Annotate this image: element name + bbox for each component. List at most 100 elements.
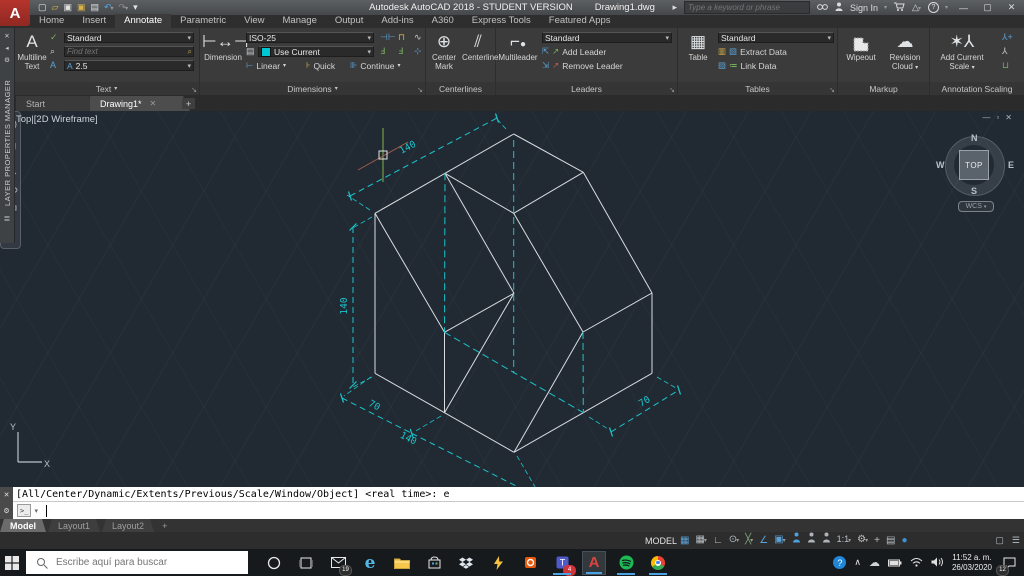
snap-mode-icon[interactable]: ▦▾ xyxy=(695,531,706,550)
tab-a360[interactable]: A360 xyxy=(423,14,463,28)
grid-display-icon[interactable]: ▦ xyxy=(680,532,689,549)
panel-title-markup[interactable]: Markup xyxy=(838,82,929,95)
microsoft-store-icon[interactable] xyxy=(422,551,446,575)
layout-tab-model[interactable]: Model xyxy=(0,519,46,532)
text-height-dropdown[interactable]: A 2.5 ▾ xyxy=(64,60,194,71)
add-leader-button[interactable]: ⇱ ↗ Add Leader xyxy=(542,46,606,57)
palette-close-icon[interactable]: ✕ xyxy=(4,32,9,40)
viewcube-east[interactable]: E xyxy=(1008,160,1014,170)
sync-scale-positions-icon[interactable]: ⅄ xyxy=(1002,46,1008,56)
find-icon[interactable]: ⌕ xyxy=(50,46,55,56)
sign-in-button[interactable]: Sign In xyxy=(850,3,878,13)
tab-annotate[interactable]: Annotate xyxy=(115,14,172,28)
quick-dimension-button[interactable]: ⊦ Quick xyxy=(306,60,335,71)
tables-dialog-launcher-icon[interactable]: ↘ xyxy=(829,86,835,94)
layout-tab-layout2[interactable]: Layout2 xyxy=(102,519,154,532)
search-binoculars-icon[interactable] xyxy=(817,3,828,13)
wipeout-button[interactable]: Wipeout xyxy=(842,30,880,63)
tab-view[interactable]: View xyxy=(235,14,273,28)
annotation-monitor-icon[interactable]: ∠ xyxy=(759,532,768,549)
redo-icon[interactable]: ↷▾ xyxy=(119,2,129,13)
text-style-icon[interactable]: A xyxy=(50,60,56,70)
cortana-icon[interactable] xyxy=(262,551,286,575)
tray-icon[interactable]: ▤ xyxy=(886,532,895,549)
tab-express-tools[interactable]: Express Tools xyxy=(463,14,540,28)
viewcube-west[interactable]: W xyxy=(936,160,945,170)
command-input-line[interactable]: >_ ▾ xyxy=(0,502,1024,519)
action-center-icon[interactable]: 12 xyxy=(996,551,1018,576)
save-as-icon[interactable]: ▣ xyxy=(77,2,86,13)
tray-expand-icon[interactable]: ∧ xyxy=(854,557,861,568)
text-style-dropdown[interactable]: Standard ▾ xyxy=(64,32,194,43)
new-drawing-tab-button[interactable]: + xyxy=(182,98,195,109)
add-delete-scales-icon[interactable]: ⅄+ xyxy=(1002,32,1013,42)
chrome-icon[interactable] xyxy=(646,551,670,575)
file-tab-drawing1[interactable]: Drawing1* ✕ xyxy=(90,96,190,111)
recent-commands-caret-icon[interactable]: ▾ xyxy=(34,507,38,515)
tab-manage[interactable]: Manage xyxy=(274,14,326,28)
dropbox-icon[interactable] xyxy=(454,551,478,575)
table-style-dropdown[interactable]: Standard ▾ xyxy=(718,32,834,43)
panel-title-centerlines[interactable]: Centerlines xyxy=(426,82,495,95)
command-window-controls[interactable]: ✕ ⚙ xyxy=(0,487,13,519)
dim-layer-dropdown[interactable]: Use Current ▾ xyxy=(258,46,374,57)
battery-icon[interactable] xyxy=(887,554,902,572)
panel-title-text[interactable]: Text ▾ xyxy=(14,82,199,95)
leaders-dialog-launcher-icon[interactable]: ↘ xyxy=(669,86,675,94)
close-button[interactable]: ✕ xyxy=(1003,2,1020,13)
ortho-mode-icon[interactable]: ∟ xyxy=(713,532,723,549)
viewcube-top-face[interactable]: TOP xyxy=(959,150,989,180)
spell-check-icon[interactable]: ✓ xyxy=(50,32,58,42)
hardware-acceleration-icon[interactable]: ● xyxy=(901,532,907,549)
layout-tab-layout1[interactable]: Layout1 xyxy=(48,519,100,532)
tab-insert[interactable]: Insert xyxy=(73,14,115,28)
undo-icon[interactable]: ↶▾ xyxy=(104,2,114,13)
link-data-button[interactable]: ▨ ≔ Link Data xyxy=(718,60,776,71)
annotation-visibility-icon[interactable] xyxy=(792,532,801,549)
status-menu-icon[interactable]: ☰ xyxy=(1012,535,1020,546)
annotation-scale-button[interactable]: 1:1▾ xyxy=(837,531,852,550)
mail-icon[interactable]: 19 xyxy=(326,551,352,576)
dim-update-icon[interactable]: Ⅎ xyxy=(398,46,403,56)
viewcube-south[interactable]: S xyxy=(971,186,977,196)
dim-inspect-icon[interactable]: Ⅎ xyxy=(380,46,385,56)
store-cart-icon[interactable] xyxy=(894,2,905,13)
dim-reassociate-icon[interactable]: ⊹ xyxy=(414,46,422,56)
wifi-icon[interactable] xyxy=(910,554,923,572)
lightning-app-icon[interactable] xyxy=(486,551,510,575)
object-snap-icon[interactable]: ▣▾ xyxy=(774,531,785,550)
drawing-area[interactable]: Top|[2D Wireframe] —▫✕ 140 140 70 140 70 Y X T… xyxy=(0,111,1024,487)
search-expand-icon[interactable]: ▸ xyxy=(672,2,677,13)
help-caret-icon[interactable]: ▾ xyxy=(945,4,948,11)
taskbar-search[interactable] xyxy=(26,551,248,574)
panel-title-leaders[interactable]: Leaders xyxy=(496,82,677,95)
centerline-button[interactable]: ⫽ Centerline xyxy=(462,30,498,63)
plot-icon[interactable]: ▤ xyxy=(90,2,99,13)
wcs-dropdown[interactable]: WCS ▾ xyxy=(958,201,994,212)
a360-icon[interactable]: △▾ xyxy=(912,2,921,13)
dimensions-dialog-launcher-icon[interactable]: ↘ xyxy=(417,86,423,94)
annotation-scale-person-icon[interactable] xyxy=(822,532,831,549)
table-button[interactable]: ▦ Table xyxy=(682,30,714,63)
multileader-button[interactable]: ⌐● Multileader xyxy=(498,30,538,63)
linear-button[interactable]: ⊢ Linear ▾ xyxy=(246,60,286,71)
new-file-icon[interactable]: ▢ xyxy=(38,2,47,13)
tab-parametric[interactable]: Parametric xyxy=(171,14,235,28)
autoscale-icon[interactable] xyxy=(807,532,816,549)
new-layout-button[interactable]: + xyxy=(162,521,167,531)
find-binoculars-icon[interactable]: ⌕ xyxy=(188,47,192,57)
onedrive-icon[interactable]: ☁ xyxy=(869,556,880,569)
save-icon[interactable]: ▣ xyxy=(63,2,72,13)
customization-icon[interactable]: + xyxy=(874,532,880,549)
teams-icon[interactable]: T 4 xyxy=(550,551,576,576)
dim-break-icon[interactable]: ⊣⊢ xyxy=(380,32,396,42)
help-icon[interactable]: ? xyxy=(927,2,939,13)
sign-in-caret-icon[interactable]: ▾ xyxy=(884,4,887,11)
taskbar-clock[interactable]: 11:52 a. m. 26/03/2020 xyxy=(952,553,992,573)
layer-properties-manager-palette[interactable]: ✕ ◂ ⚙ LAYER PROPERTIES MANAGER ≣ xyxy=(0,28,15,243)
dim-adjust-space-icon[interactable]: ⊓ xyxy=(398,32,405,42)
minimize-button[interactable]: — xyxy=(955,3,972,13)
open-file-icon[interactable]: ▱ xyxy=(52,2,59,13)
polar-tracking-icon[interactable]: ⊙▾ xyxy=(729,531,739,550)
keyword-search-input[interactable] xyxy=(684,1,810,14)
